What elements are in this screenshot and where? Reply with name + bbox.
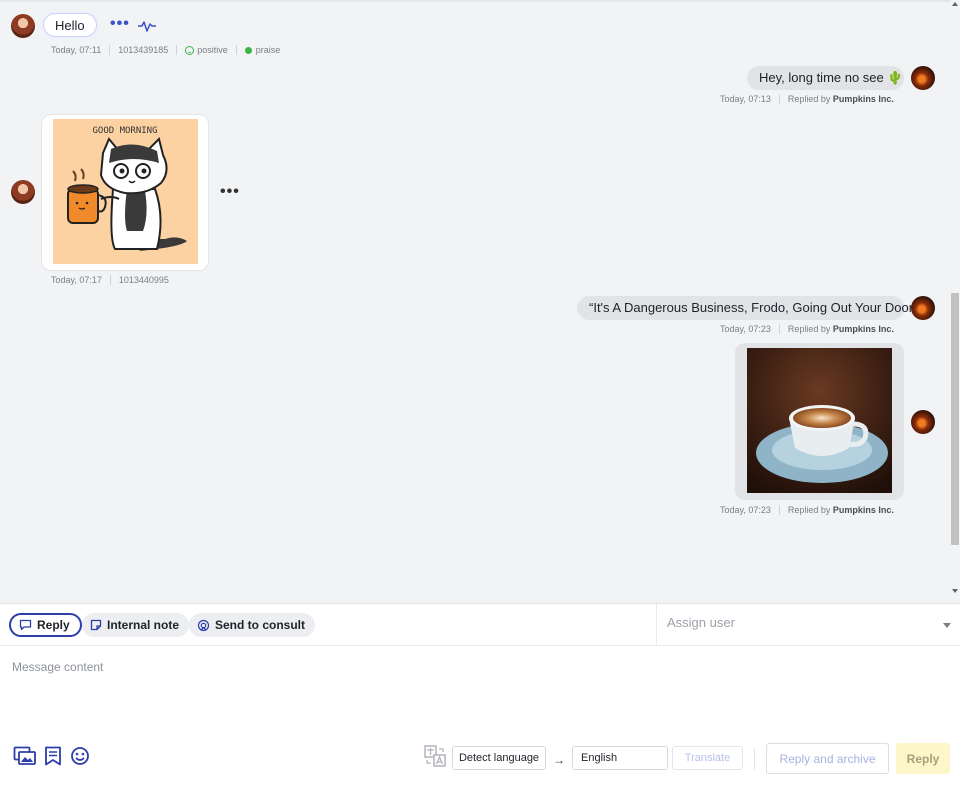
assign-user-select[interactable]: Assign user xyxy=(656,604,960,646)
chat-scrollbar[interactable] xyxy=(950,0,960,603)
replied-by-label: Replied by xyxy=(787,94,831,104)
divider xyxy=(0,0,950,2)
composer: Reply Internal note Send to consult Assi… xyxy=(0,603,960,786)
chat-bubble-icon xyxy=(19,619,32,631)
message-meta: Today, 07:17 1013440995 xyxy=(51,274,169,286)
chevron-down-icon[interactable] xyxy=(943,623,951,628)
praise-tag-icon xyxy=(244,46,252,54)
scroll-thumb[interactable] xyxy=(951,293,959,545)
message-meta: Today, 07:23 Replied by Pumpkins Inc. xyxy=(720,504,894,516)
target-language-select[interactable]: English xyxy=(572,746,668,770)
message-time: Today, 07:13 xyxy=(720,94,771,104)
divider xyxy=(754,748,755,770)
message-time: Today, 07:17 xyxy=(51,275,102,285)
message-time: Today, 07:23 xyxy=(720,324,771,334)
note-icon xyxy=(90,619,102,631)
more-options-icon[interactable]: ••• xyxy=(220,184,240,200)
message-time: Today, 07:23 xyxy=(720,505,771,515)
translate-button[interactable]: Translate xyxy=(672,746,743,770)
replied-by-label: Replied by xyxy=(787,324,831,334)
sticker-caption: GOOD MORNING xyxy=(92,126,157,136)
tab-reply[interactable]: Reply xyxy=(9,613,82,637)
translate-icon[interactable] xyxy=(424,745,446,767)
customer-avatar[interactable] xyxy=(11,180,35,204)
tab-label: Internal note xyxy=(107,618,180,632)
agent-avatar[interactable] xyxy=(911,296,935,320)
chat-history: Hello ••• Today, 07:11 1013439185 positi… xyxy=(0,0,960,603)
reply-and-archive-button[interactable]: Reply and archive xyxy=(766,743,889,774)
assign-user-placeholder: Assign user xyxy=(667,615,735,630)
message-input[interactable]: Message content xyxy=(12,660,103,674)
tab-send-to-consult[interactable]: Send to consult xyxy=(189,613,315,637)
scroll-down-arrow-icon[interactable] xyxy=(952,589,958,593)
scroll-up-arrow-icon[interactable] xyxy=(952,2,958,6)
message-bubble: Hey, long time no see 🌵 xyxy=(747,66,904,90)
message-id: 1013440995 xyxy=(118,275,169,285)
reply-button[interactable]: Reply xyxy=(896,743,950,774)
message-meta: Today, 07:23 Replied by Pumpkins Inc. xyxy=(720,323,894,335)
message-bubble: Hello xyxy=(43,13,97,37)
more-options-icon[interactable]: ••• xyxy=(110,16,130,32)
activity-icon[interactable] xyxy=(137,19,157,33)
tag-label: praise xyxy=(255,45,281,55)
tab-label: Send to consult xyxy=(215,618,305,632)
composer-tabs: Reply Internal note Send to consult Assi… xyxy=(0,604,960,646)
insert-image-icon[interactable] xyxy=(13,746,37,766)
message-id: 1013439185 xyxy=(118,45,169,55)
consult-icon xyxy=(197,619,210,631)
message-time: Today, 07:11 xyxy=(51,45,102,55)
tab-internal-note[interactable]: Internal note xyxy=(82,613,190,637)
message-meta: Today, 07:11 1013439185 positive praise xyxy=(51,44,280,56)
replied-by-name: Pumpkins Inc. xyxy=(832,94,894,104)
arrow-right-icon: → xyxy=(553,753,565,767)
detect-language-select[interactable]: Detect language xyxy=(452,746,546,770)
good-morning-cat-sticker[interactable]: GOOD MORNING xyxy=(53,119,198,264)
replied-by-name: Pumpkins Inc. xyxy=(832,505,894,515)
message-bubble: “It's A Dangerous Business, Frodo, Going… xyxy=(577,296,920,320)
customer-avatar[interactable] xyxy=(11,14,35,38)
tab-label: Reply xyxy=(37,618,70,632)
replied-by-name: Pumpkins Inc. xyxy=(832,324,894,334)
canned-response-icon[interactable] xyxy=(44,746,62,766)
image-message[interactable]: GOOD MORNING xyxy=(41,114,209,271)
positive-sentiment-icon xyxy=(185,45,195,55)
emoji-icon[interactable] xyxy=(70,746,90,766)
image-message[interactable] xyxy=(735,343,904,500)
message-meta: Today, 07:13 Replied by Pumpkins Inc. xyxy=(720,93,894,105)
sentiment-label: positive xyxy=(197,45,228,55)
agent-avatar[interactable] xyxy=(911,66,935,90)
replied-by-label: Replied by xyxy=(787,505,831,515)
agent-avatar[interactable] xyxy=(911,410,935,434)
coffee-cup-photo[interactable] xyxy=(747,348,892,493)
composer-toolbar: Detect language → English Translate Repl… xyxy=(0,740,960,776)
